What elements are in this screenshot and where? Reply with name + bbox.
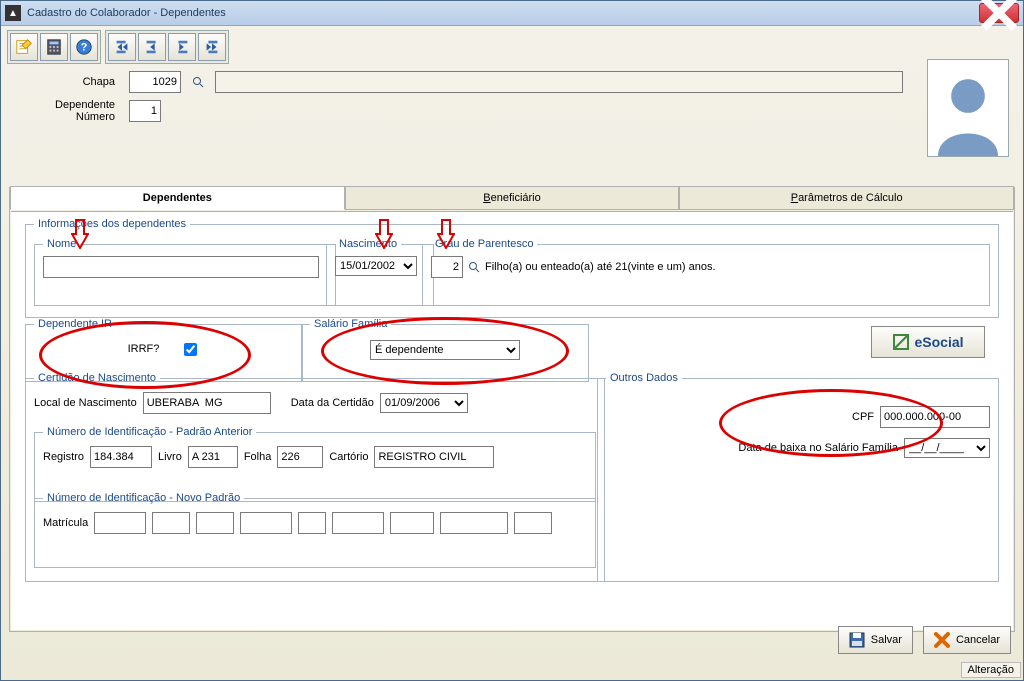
close-icon	[980, 0, 1018, 32]
matricula-label: Matrícula	[43, 517, 88, 529]
fs-certidao: Certidão de Nascimento Local de Nascimen…	[25, 372, 605, 582]
colab-nome-display	[215, 71, 903, 93]
last-button[interactable]	[198, 33, 226, 61]
nome-input[interactable]	[43, 256, 319, 278]
main-panel: Dependentes Beneficiário Parâmetros de C…	[9, 187, 1015, 632]
fs-numant: Número de Identificação - Padrão Anterio…	[34, 426, 596, 502]
chapa-label: Chapa	[19, 76, 119, 88]
cartorio-label: Cartório	[329, 451, 368, 463]
chapa-lookup[interactable]	[191, 73, 205, 91]
nasc-legend: Nascimento	[335, 238, 401, 250]
fs-outros: Outros Dados CPF Data de baixa no Salári…	[597, 372, 999, 582]
footer: Salvar Cancelar	[838, 626, 1011, 654]
status-bar: Alteração	[961, 662, 1021, 678]
last-icon	[203, 38, 221, 56]
ir-legend: Dependente IR	[34, 318, 116, 330]
chapa-input[interactable]	[129, 71, 181, 93]
datacert-input[interactable]: 01/09/2006	[380, 393, 468, 413]
pencil-icon	[15, 38, 33, 56]
livro-input[interactable]	[188, 446, 238, 468]
prev-icon	[143, 38, 161, 56]
cancel-icon	[934, 632, 950, 648]
grau-desc: Filho(a) ou enteado(a) até 21(vinte e um…	[485, 261, 716, 273]
numnovo-legend: Número de Identificação - Novo Padrão	[43, 492, 244, 504]
salfam-legend: Salário Família	[310, 318, 391, 330]
matricula-input-5[interactable]	[298, 512, 326, 534]
reg-label: Registro	[43, 451, 84, 463]
irrf-label: IRRF?	[128, 343, 160, 355]
edit-button[interactable]	[10, 33, 38, 61]
tab-beneficiario[interactable]: Beneficiário	[345, 186, 680, 210]
tab-parametros[interactable]: Parâmetros de Cálculo	[679, 186, 1014, 210]
next-icon	[173, 38, 191, 56]
person-icon	[929, 66, 1007, 156]
matricula-input-3[interactable]	[196, 512, 234, 534]
tab-dependentes[interactable]: Dependentes	[10, 186, 345, 210]
next-button[interactable]	[168, 33, 196, 61]
matricula-input-9[interactable]	[514, 512, 552, 534]
matricula-input-2[interactable]	[152, 512, 190, 534]
close-button[interactable]	[979, 3, 1019, 23]
local-label: Local de Nascimento	[34, 397, 137, 409]
reg-input[interactable]	[90, 446, 152, 468]
salfam-select[interactable]: É dependente	[370, 340, 520, 360]
tabs: Dependentes Beneficiário Parâmetros de C…	[10, 187, 1014, 211]
folha-input[interactable]	[277, 446, 323, 468]
calc-button[interactable]	[40, 33, 68, 61]
fs-nome: Nome	[34, 238, 336, 306]
cancel-button[interactable]: Cancelar	[923, 626, 1011, 654]
irrf-checkbox[interactable]	[184, 343, 197, 356]
toolbar: ?	[1, 26, 1023, 66]
matricula-input-1[interactable]	[94, 512, 146, 534]
cpf-input[interactable]	[880, 406, 990, 428]
grau-input[interactable]	[431, 256, 463, 278]
esocial-icon	[892, 333, 910, 351]
first-icon	[113, 38, 131, 56]
search-icon	[192, 76, 204, 88]
datacert-label: Data da Certidão	[291, 397, 374, 409]
svg-text:?: ?	[81, 42, 88, 54]
matricula-input-6[interactable]	[332, 512, 384, 534]
outros-legend: Outros Dados	[606, 372, 682, 384]
baixa-label: Data de baixa no Salário Família	[738, 442, 898, 454]
grau-legend: Grau de Parentesco	[431, 238, 537, 250]
save-button[interactable]: Salvar	[838, 626, 913, 654]
numant-legend: Número de Identificação - Padrão Anterio…	[43, 426, 256, 438]
depnum-label: Dependente Número	[19, 99, 119, 123]
depnum-input[interactable]	[129, 100, 161, 122]
cert-legend: Certidão de Nascimento	[34, 372, 160, 384]
help-icon: ?	[75, 38, 93, 56]
nome-legend: Nome	[43, 238, 80, 250]
cpf-label: CPF	[852, 411, 874, 423]
grau-lookup[interactable]	[467, 258, 481, 276]
help-button[interactable]: ?	[70, 33, 98, 61]
matricula-input-8[interactable]	[440, 512, 508, 534]
esocial-button[interactable]: eSocial	[871, 326, 985, 358]
fs-numnovo: Número de Identificação - Novo Padrão Ma…	[34, 492, 596, 568]
baixa-input[interactable]: __/__/____	[904, 438, 990, 458]
window-title: Cadastro do Colaborador - Dependentes	[27, 7, 979, 19]
app-window: ▲ Cadastro do Colaborador - Dependentes …	[0, 0, 1024, 681]
fs-nasc: Nascimento 15/01/2002	[326, 238, 434, 306]
fs-grau: Grau de Parentesco Filho(a) ou enteado(a…	[422, 238, 990, 306]
first-button[interactable]	[108, 33, 136, 61]
cartorio-input[interactable]	[374, 446, 494, 468]
local-input[interactable]	[143, 392, 271, 414]
save-icon	[849, 632, 865, 648]
tab-body: Informações dos dependentes Nome Nascime…	[11, 211, 1013, 630]
app-icon: ▲	[5, 5, 21, 21]
livro-label: Livro	[158, 451, 182, 463]
matricula-input-4[interactable]	[240, 512, 292, 534]
calculator-icon	[45, 38, 63, 56]
prev-button[interactable]	[138, 33, 166, 61]
titlebar: ▲ Cadastro do Colaborador - Dependentes	[1, 1, 1023, 26]
folha-label: Folha	[244, 451, 272, 463]
nasc-input[interactable]: 15/01/2002	[335, 256, 417, 276]
avatar	[927, 59, 1009, 157]
search-icon	[468, 261, 480, 273]
fs-info: Informações dos dependentes Nome Nascime…	[25, 218, 999, 318]
fs-info-legend: Informações dos dependentes	[34, 218, 190, 230]
matricula-input-7[interactable]	[390, 512, 434, 534]
